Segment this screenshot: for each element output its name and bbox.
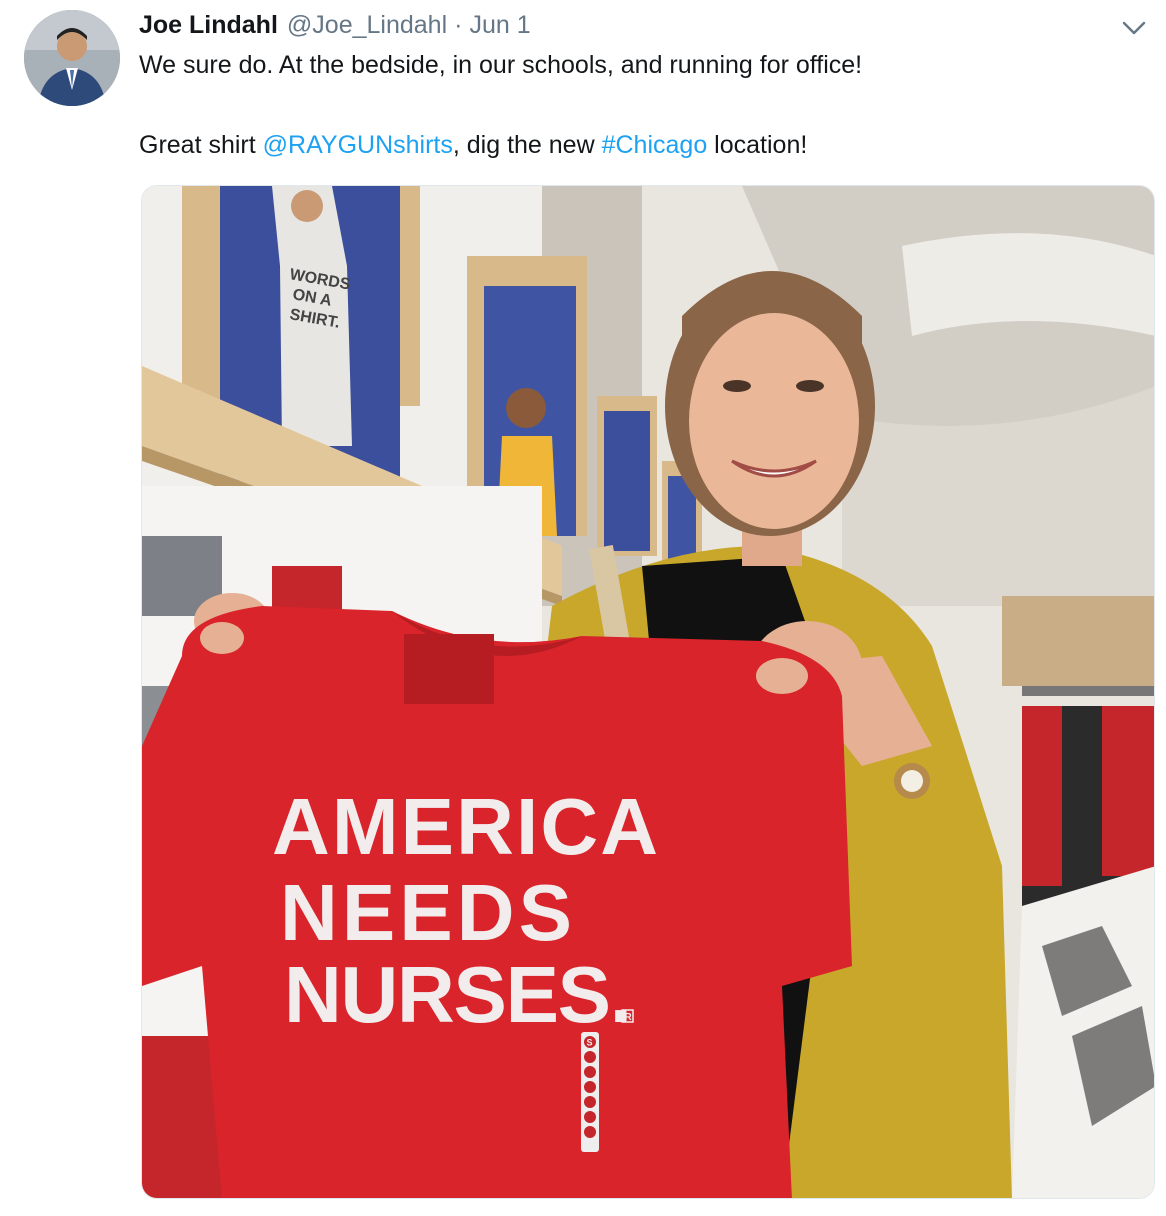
tweet-menu-button[interactable]	[1120, 14, 1148, 42]
tweet-timestamp[interactable]: Jun 1	[469, 8, 530, 42]
tweet-text-prefix: Great shirt	[139, 131, 263, 159]
chevron-down-icon	[1122, 21, 1146, 35]
store-photo: WORDS ON A SHIRT. AMERICA NEEDS NURSES. …	[142, 186, 1154, 1198]
mention-link[interactable]: @RAYGUNshirts	[263, 131, 453, 159]
hashtag-link[interactable]: #Chicago	[602, 131, 708, 159]
header-separator: ·	[454, 11, 463, 39]
shirt-text-line-2: NEEDS	[280, 868, 572, 957]
size-sticker: S	[581, 1032, 599, 1152]
tweet: Joe Lindahl @Joe_Lindahl · Jun 1 We sure…	[0, 0, 1166, 1216]
tweet-photo[interactable]: WORDS ON A SHIRT. AMERICA NEEDS NURSES. …	[141, 185, 1155, 1199]
shirt-registered-mark: R	[625, 1012, 633, 1023]
tweet-header: Joe Lindahl @Joe_Lindahl · Jun 1	[139, 8, 531, 42]
tweet-text-line-1: We sure do. At the bedside, in our schoo…	[139, 51, 863, 79]
tweet-text-middle: , dig the new	[452, 131, 602, 159]
tweet-text-line-2: Great shirt @RAYGUNshirts, dig the new #…	[139, 128, 807, 162]
author-display-name[interactable]: Joe Lindahl	[139, 8, 278, 42]
author-avatar[interactable]	[24, 10, 120, 106]
author-handle[interactable]: @Joe_Lindahl	[287, 8, 447, 42]
tweet-text-suffix: location!	[707, 131, 808, 159]
shirt-text-line-3: NURSES.	[284, 950, 632, 1039]
avatar-image	[24, 10, 120, 106]
size-sticker-label: S	[587, 1038, 593, 1048]
